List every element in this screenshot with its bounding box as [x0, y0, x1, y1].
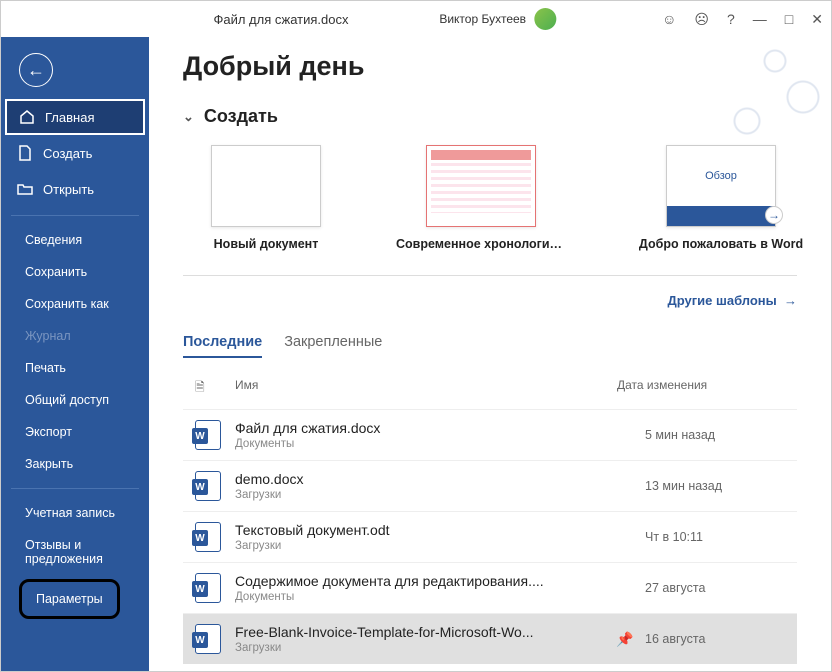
main-content: Добрый день ⌄ Создать Новый документ Сов… — [149, 37, 831, 671]
file-date: 13 мин назад — [645, 479, 785, 493]
file-date: 5 мин назад — [645, 428, 785, 442]
file-location: Документы — [235, 591, 605, 603]
col-date[interactable]: Дата изменения — [617, 378, 797, 399]
home-icon — [19, 109, 35, 125]
nav-options[interactable]: Параметры — [19, 579, 120, 619]
nav-account[interactable]: Учетная запись — [1, 497, 149, 529]
file-icon: 🗎 — [195, 378, 235, 399]
file-row[interactable]: Файл для сжатия.docx Документы 5 мин наз… — [183, 409, 797, 460]
template-thumb — [211, 145, 321, 227]
avatar[interactable] — [534, 8, 556, 30]
file-name: Файл для сжатия.docx — [235, 420, 605, 436]
document-title: Файл для сжатия.docx — [213, 12, 348, 27]
help-icon[interactable]: ? — [727, 11, 735, 27]
template-thumb: Обзор → — [666, 145, 776, 227]
word-icon — [195, 573, 221, 603]
nav-info[interactable]: Сведения — [1, 224, 149, 256]
minimize-button[interactable]: ― — [753, 11, 767, 27]
file-location: Загрузки — [235, 540, 605, 552]
word-icon — [195, 522, 221, 552]
user-name: Виктор Бухтеев — [439, 12, 526, 26]
nav-create-label: Создать — [43, 146, 92, 161]
create-section-toggle[interactable]: ⌄ Создать — [183, 106, 797, 127]
col-name[interactable]: Имя — [235, 378, 617, 399]
template-label: Добро пожаловать в Word — [639, 237, 803, 251]
template-thumb — [426, 145, 536, 227]
nav-feedback[interactable]: Отзывы и предложения — [1, 529, 149, 575]
template-welcome[interactable]: Обзор → Добро пожаловать в Word — [641, 145, 801, 251]
create-section-label: Создать — [204, 106, 278, 127]
word-icon — [195, 624, 221, 654]
file-name: Free-Blank-Invoice-Template-for-Microsof… — [235, 624, 605, 640]
maximize-button[interactable]: □ — [785, 11, 793, 27]
nav-close[interactable]: Закрыть — [1, 448, 149, 480]
file-name: demo.docx — [235, 471, 605, 487]
file-location: Документы — [235, 438, 605, 450]
nav-home-label: Главная — [45, 110, 94, 125]
template-resume[interactable]: Современное хронологич... — [401, 145, 561, 251]
file-location: Загрузки — [235, 642, 605, 654]
file-name: Текстовый документ.odt — [235, 522, 605, 538]
titlebar: Файл для сжатия.docx Виктор Бухтеев ☺ ☹ … — [1, 1, 831, 37]
tab-pinned[interactable]: Закрепленные — [284, 334, 382, 358]
nav-share[interactable]: Общий доступ — [1, 384, 149, 416]
word-icon — [195, 420, 221, 450]
sidebar: ← Главная Создать Открыть Сведения Сохра… — [1, 37, 149, 671]
file-row[interactable]: Текстовый документ.odt Загрузки Чт в 10:… — [183, 511, 797, 562]
user-area[interactable]: Виктор Бухтеев — [439, 8, 556, 30]
more-templates-link[interactable]: Другие шаблоны → — [668, 293, 798, 308]
nav-open[interactable]: Открыть — [1, 171, 149, 207]
file-date: 16 августа — [645, 632, 785, 646]
file-row[interactable]: Содержимое документа для редактирования.… — [183, 562, 797, 613]
document-icon — [17, 145, 33, 161]
tab-recent[interactable]: Последние — [183, 334, 262, 358]
list-header: 🗎 Имя Дата изменения — [183, 372, 797, 409]
file-date: Чт в 10:11 — [645, 530, 785, 544]
file-name: Содержимое документа для редактирования.… — [235, 573, 605, 589]
nav-saveas[interactable]: Сохранить как — [1, 288, 149, 320]
nav-create[interactable]: Создать — [1, 135, 149, 171]
template-blank[interactable]: Новый документ — [211, 145, 321, 251]
nav-export[interactable]: Экспорт — [1, 416, 149, 448]
nav-save[interactable]: Сохранить — [1, 256, 149, 288]
nav-print[interactable]: Печать — [1, 352, 149, 384]
template-label: Современное хронологич... — [396, 237, 566, 251]
nav-home[interactable]: Главная — [5, 99, 145, 135]
nav-open-label: Открыть — [43, 182, 94, 197]
nav-history: Журнал — [1, 320, 149, 352]
word-icon — [195, 471, 221, 501]
chevron-down-icon: ⌄ — [183, 109, 194, 125]
greeting: Добрый день — [183, 51, 797, 82]
sad-icon[interactable]: ☹ — [694, 11, 709, 28]
file-row[interactable]: demo.docx Загрузки 13 мин назад — [183, 460, 797, 511]
back-button[interactable]: ← — [19, 53, 53, 87]
template-label: Новый документ — [214, 237, 319, 251]
file-location: Загрузки — [235, 489, 605, 501]
pin-icon[interactable]: 📌 — [605, 631, 645, 648]
arrow-right-icon: → — [765, 206, 783, 224]
file-row[interactable]: Free-Blank-Invoice-Template-for-Microsof… — [183, 613, 797, 664]
smile-icon[interactable]: ☺ — [662, 11, 676, 27]
folder-icon — [17, 181, 33, 197]
close-button[interactable]: ✕ — [811, 11, 823, 28]
file-date: 27 августа — [645, 581, 785, 595]
